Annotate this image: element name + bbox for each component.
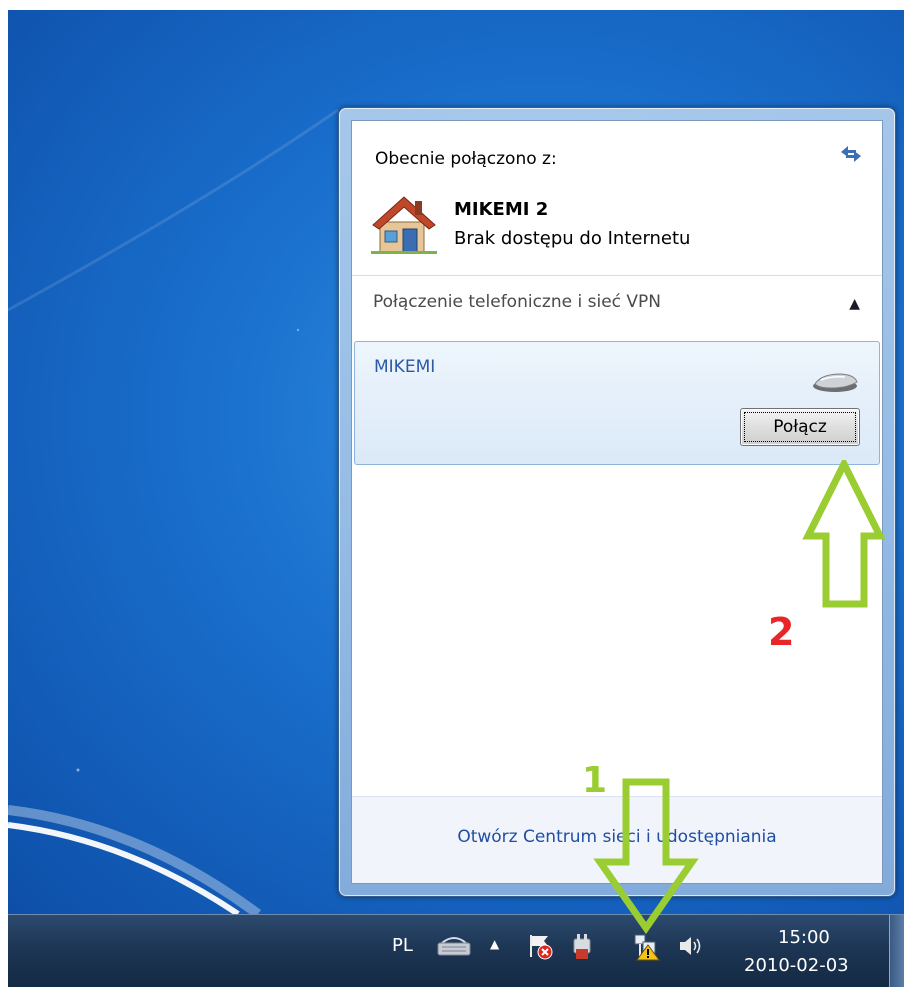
vpn-connection-item[interactable]: MIKEMI Połącz	[354, 341, 880, 465]
clock-time[interactable]: 15:00	[778, 927, 830, 948]
annotation-step-2: 2	[768, 610, 795, 654]
flag-icon[interactable]	[526, 931, 554, 961]
show-hidden-icons-icon[interactable]: ▲	[490, 937, 499, 951]
annotation-arrow-down	[593, 778, 699, 935]
vpn-item-name: MIKEMI	[374, 357, 436, 377]
clock-date[interactable]: 2010-02-03	[744, 955, 849, 976]
connect-button-label: Połącz	[744, 412, 856, 442]
keyboard-icon[interactable]	[436, 933, 472, 957]
modem-icon	[813, 373, 858, 392]
annotation-arrow-up	[802, 460, 886, 608]
network-status: Brak dostępu do Internetu	[454, 228, 691, 249]
network-name: MIKEMI 2	[454, 199, 549, 220]
current-connection-section: Obecnie połączono z: MIKEMI 2 Brak dostę…	[352, 121, 882, 275]
section-divider	[352, 275, 882, 276]
refresh-icon[interactable]	[838, 143, 864, 165]
taskbar: PL ▲ 15:00 2010-02-03	[8, 914, 904, 987]
connect-button[interactable]: Połącz	[740, 408, 860, 446]
chevron-up-icon[interactable]: ▲	[849, 296, 860, 312]
vpn-section-header[interactable]: Połączenie telefoniczne i sieć VPN ▲	[352, 286, 882, 326]
annotation-step-1: 1	[582, 760, 608, 801]
language-indicator[interactable]: PL	[392, 935, 413, 956]
vpn-section-title: Połączenie telefoniczne i sieć VPN	[373, 292, 661, 312]
house-icon	[371, 196, 437, 254]
show-desktop-button[interactable]	[889, 915, 904, 987]
current-connection-label: Obecnie połączono z:	[375, 149, 557, 169]
screenshot-frame: Obecnie połączono z: MIKEMI 2 Brak dostę…	[0, 0, 904, 987]
